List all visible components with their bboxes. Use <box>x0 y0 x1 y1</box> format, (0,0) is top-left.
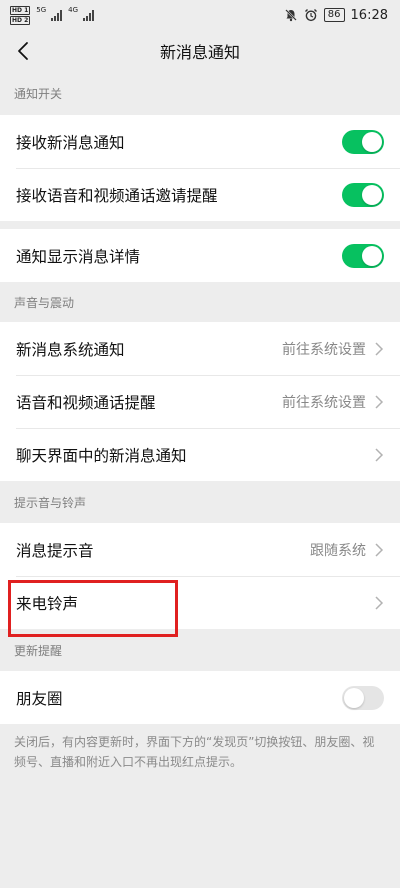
row-moments: 朋友圈 <box>0 671 400 724</box>
row-label: 消息提示音 <box>16 541 94 560</box>
row-label: 接收新消息通知 <box>16 133 125 152</box>
row-label: 语音和视频通话提醒 <box>16 393 156 412</box>
row-voice-video-invite: 接收语音和视频通话邀请提醒 <box>0 168 400 221</box>
toggle-knob <box>362 245 382 266</box>
network-type-1: 5G <box>36 5 47 14</box>
sim2-badge: HD 2 <box>10 15 31 25</box>
row-value: 前往系统设置 <box>282 341 366 358</box>
row-value: 跟随系统 <box>310 542 366 559</box>
battery-indicator: 86 <box>323 8 345 22</box>
section-header-notify-switch: 通知开关 <box>14 87 63 101</box>
back-button[interactable] <box>10 38 36 64</box>
group-notify-switch: 接收新消息通知 接收语音和视频通话邀请提醒 <box>0 115 400 221</box>
row-show-details: 通知显示消息详情 <box>0 229 400 282</box>
group-show-details: 通知显示消息详情 <box>0 229 400 282</box>
chevron-right-icon <box>375 542 384 557</box>
row-right: 跟随系统 <box>310 540 384 560</box>
toggle-show-details[interactable] <box>342 243 384 268</box>
footer-note: 关闭后，有内容更新时，界面下方的“发现页”切换按钮、朋友圈、视频号、直播和附近入… <box>14 735 375 769</box>
row-value: 前往系统设置 <box>282 394 366 411</box>
row-msg-tone[interactable]: 消息提示音 跟随系统 <box>0 523 400 576</box>
row-right <box>374 595 384 610</box>
toggle-knob <box>344 687 364 708</box>
row-voice-video-remind[interactable]: 语音和视频通话提醒 前往系统设置 <box>0 375 400 428</box>
row-chat-new-msg[interactable]: 聊天界面中的新消息通知 <box>0 428 400 481</box>
toggle-knob <box>362 131 382 152</box>
chevron-right-icon <box>375 447 384 462</box>
section-header-sound-vibration: 声音与震动 <box>14 295 75 310</box>
clock: 16:28 <box>350 7 388 23</box>
row-label: 来电铃声 <box>16 594 79 613</box>
row-label: 通知显示消息详情 <box>16 247 141 266</box>
signal-icon-2 <box>83 9 95 21</box>
toggle-knob <box>362 184 382 205</box>
section-header-tone-ring: 提示音与铃声 <box>14 495 87 510</box>
chevron-right-icon <box>375 394 384 409</box>
row-right: 前往系统设置 <box>282 392 384 412</box>
status-bar-left: HD 1 HD 2 5G 4G <box>10 5 95 25</box>
status-bar-right: 86 16:28 <box>284 8 388 23</box>
row-receive-new: 接收新消息通知 <box>0 115 400 168</box>
row-new-msg-system[interactable]: 新消息系统通知 前往系统设置 <box>0 322 400 375</box>
row-label: 接收语音和视频通话邀请提醒 <box>16 186 218 205</box>
section-header-update-remind: 更新提醒 <box>14 643 63 658</box>
chevron-right-icon <box>375 595 384 610</box>
row-label: 新消息系统通知 <box>16 340 125 359</box>
toggle-moments[interactable] <box>342 685 384 710</box>
row-right <box>374 447 384 462</box>
chevron-left-icon <box>18 42 28 60</box>
bell-off-icon <box>285 9 297 22</box>
group-update-remind: 朋友圈 <box>0 671 400 724</box>
chevron-right-icon <box>375 341 384 356</box>
group-tone-ring: 消息提示音 跟随系统 来电铃声 <box>0 523 400 629</box>
sim1-badge: HD 1 <box>10 5 31 15</box>
signal-icon-1 <box>51 9 63 21</box>
toggle-receive-new[interactable] <box>342 129 384 154</box>
alarm-icon <box>304 9 317 22</box>
status-bar: HD 1 HD 2 5G 4G 86 16:28 <box>0 0 400 30</box>
nav-bar: 新消息通知 <box>0 30 400 72</box>
row-label: 聊天界面中的新消息通知 <box>16 446 187 465</box>
row-label: 朋友圈 <box>16 689 63 708</box>
group-sound-vibration: 新消息系统通知 前往系统设置 语音和视频通话提醒 前往系统设置 聊天界面中的新消… <box>0 322 400 481</box>
row-ringtone[interactable]: 来电铃声 <box>0 576 400 629</box>
network-type-2: 4G <box>68 5 79 14</box>
sim-indicators: HD 1 HD 2 <box>10 5 31 25</box>
row-right: 前往系统设置 <box>282 339 384 359</box>
page-title: 新消息通知 <box>159 43 240 62</box>
toggle-voice-video-invite[interactable] <box>342 182 384 207</box>
